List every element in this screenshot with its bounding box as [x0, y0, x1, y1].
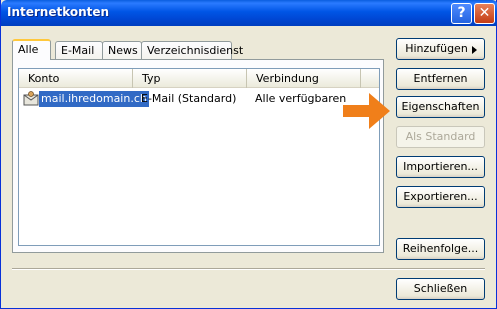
- export-button[interactable]: Exportieren...: [396, 186, 485, 208]
- remove-button[interactable]: Entfernen: [396, 68, 485, 90]
- list-item[interactable]: mail.ihredomain.ch E-Mail (Standard) All…: [21, 90, 377, 108]
- tab-news[interactable]: News: [102, 41, 142, 59]
- account-type: E-Mail (Standard): [141, 92, 237, 105]
- orange-pointer-arrow-icon: [343, 93, 390, 129]
- order-button[interactable]: Reihenfolge...: [396, 238, 485, 260]
- add-button-label: Hinzufügen: [405, 42, 468, 55]
- submenu-arrow-icon: [472, 46, 477, 54]
- close-window-button[interactable]: ✕: [474, 3, 495, 24]
- add-button[interactable]: Hinzufügen: [396, 38, 485, 60]
- column-header-verbindung[interactable]: Verbindung: [247, 69, 361, 88]
- help-button[interactable]: ?: [451, 3, 472, 24]
- column-header-konto[interactable]: Konto: [19, 69, 133, 88]
- internet-accounts-dialog: Internetkonten ? ✕ Alle E-Mail News Verz…: [0, 0, 497, 309]
- title-bar[interactable]: Internetkonten ? ✕: [1, 0, 497, 26]
- accounts-list[interactable]: Konto Typ Verbindung mail.ihredomain.ch …: [18, 68, 380, 246]
- properties-button[interactable]: Eigenschaften: [396, 96, 485, 118]
- list-header: Konto Typ Verbindung: [19, 69, 379, 88]
- separator: [12, 268, 485, 270]
- account-name: mail.ihredomain.ch: [39, 91, 149, 107]
- window-title: Internetkonten: [7, 5, 110, 19]
- mail-account-icon: [23, 91, 39, 106]
- set-default-button[interactable]: Als Standard: [396, 126, 485, 148]
- tab-alle[interactable]: Alle: [12, 39, 51, 60]
- account-connection: Alle verfügbaren: [255, 92, 347, 105]
- column-header-typ[interactable]: Typ: [133, 69, 247, 88]
- import-button[interactable]: Importieren...: [396, 156, 485, 178]
- close-button[interactable]: Schließen: [396, 278, 485, 300]
- tab-email[interactable]: E-Mail: [55, 41, 103, 59]
- tab-verzeichnisdienst[interactable]: Verzeichnisdienst: [141, 41, 243, 59]
